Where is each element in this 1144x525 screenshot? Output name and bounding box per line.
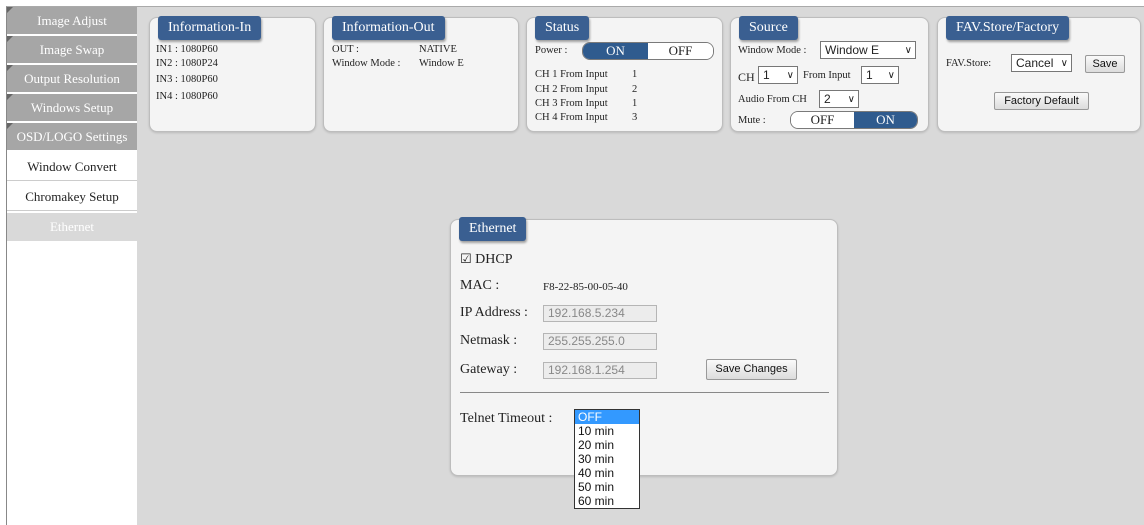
dhcp-row: ☑ DHCP	[460, 252, 513, 268]
power-off-option[interactable]: OFF	[648, 43, 713, 59]
sidebar: Image Adjust Image Swap Output Resolutio…	[7, 7, 137, 525]
ch2-source-value: 2	[632, 84, 638, 95]
netmask-field[interactable]: 255.255.255.0	[543, 333, 657, 350]
ch2-source-label: CH 2 From Input	[535, 84, 608, 95]
main-content: Information-In IN1 : 1080P60 IN2 : 1080P…	[137, 7, 1144, 525]
fav-store-label: FAV.Store:	[946, 58, 992, 69]
window-mode-value: Window E	[419, 58, 464, 69]
power-toggle[interactable]: ON OFF	[582, 42, 714, 60]
sidebar-item-image-swap[interactable]: Image Swap	[7, 36, 137, 64]
out-label: OUT :	[332, 44, 359, 55]
status-panel: Status Power : ON OFF CH 1 From Input 1 …	[526, 16, 723, 132]
power-on-option[interactable]: ON	[583, 43, 648, 59]
telnet-option-60min[interactable]: 60 min	[575, 494, 639, 508]
ch3-source-value: 1	[632, 98, 638, 109]
telnet-timeout-label: Telnet Timeout :	[460, 411, 553, 426]
panel-title: Status	[535, 16, 590, 40]
audio-from-ch-label: Audio From CH	[738, 94, 807, 105]
sidebar-item-osd-logo-settings[interactable]: OSD/LOGO Settings	[7, 123, 137, 151]
ch3-source-label: CH 3 From Input	[535, 98, 608, 109]
from-input-label: From Input	[803, 70, 851, 81]
fav-store-panel: FAV.Store/Factory FAV.Store: Cancel ∨ Sa…	[937, 16, 1141, 132]
telnet-timeout-dropdown[interactable]: OFF 10 min 20 min 30 min 40 min 50 min 6…	[574, 409, 640, 509]
panel-title: Information-Out	[332, 16, 445, 40]
dhcp-label: DHCP	[475, 252, 513, 267]
panel-title: Source	[739, 16, 798, 40]
ip-address-label: IP Address :	[460, 305, 528, 320]
input-4-resolution: IN4 : 1080P60	[156, 91, 218, 102]
ch1-source-value: 1	[632, 69, 638, 80]
ch4-source-label: CH 4 From Input	[535, 112, 608, 123]
input-1-resolution: IN1 : 1080P60	[156, 44, 218, 55]
mute-label: Mute :	[738, 115, 766, 126]
chevron-down-icon: ∨	[887, 70, 895, 81]
information-out-panel: Information-Out OUT : NATIVE Window Mode…	[323, 16, 519, 132]
out-value: NATIVE	[419, 44, 457, 55]
fav-store-select[interactable]: Cancel ∨	[1011, 54, 1072, 72]
power-label: Power :	[535, 45, 568, 56]
save-changes-button[interactable]: Save Changes	[706, 359, 797, 380]
app-frame: Image Adjust Image Swap Output Resolutio…	[6, 6, 1144, 525]
chevron-down-icon: ∨	[786, 70, 794, 81]
telnet-option-40min[interactable]: 40 min	[575, 466, 639, 480]
fav-store-selected: Cancel	[1016, 56, 1054, 70]
telnet-option-50min[interactable]: 50 min	[575, 480, 639, 494]
gateway-label: Gateway :	[460, 362, 518, 377]
sidebar-item-windows-setup[interactable]: Windows Setup	[7, 94, 137, 122]
sidebar-item-chromakey-setup[interactable]: Chromakey Setup	[7, 183, 137, 211]
sidebar-item-window-convert[interactable]: Window Convert	[7, 153, 137, 181]
factory-default-button[interactable]: Factory Default	[994, 92, 1089, 110]
sidebar-item-output-resolution[interactable]: Output Resolution	[7, 65, 137, 93]
information-in-panel: Information-In IN1 : 1080P60 IN2 : 1080P…	[149, 16, 316, 132]
panel-title: Information-In	[158, 16, 262, 40]
dhcp-checkbox[interactable]: ☑	[460, 252, 472, 267]
ch-label: CH	[738, 70, 755, 84]
divider	[460, 392, 829, 393]
panel-title: Ethernet	[459, 217, 527, 241]
sidebar-item-image-adjust[interactable]: Image Adjust	[7, 7, 137, 35]
ip-address-field[interactable]: 192.168.5.234	[543, 305, 657, 322]
mute-on-option[interactable]: ON	[854, 112, 917, 128]
window-mode-label: Window Mode :	[332, 58, 401, 69]
input-2-resolution: IN2 : 1080P24	[156, 58, 218, 69]
window-mode-select[interactable]: Window E ∨	[820, 41, 916, 59]
fav-save-button[interactable]: Save	[1085, 55, 1125, 73]
window-mode-selected: Window E	[825, 43, 880, 57]
telnet-option-off[interactable]: OFF	[575, 410, 639, 424]
telnet-option-20min[interactable]: 20 min	[575, 438, 639, 452]
input-3-resolution: IN3 : 1080P60	[156, 74, 218, 85]
source-panel: Source Window Mode : Window E ∨ CH 1 ∨ F…	[730, 16, 929, 132]
telnet-option-30min[interactable]: 30 min	[575, 452, 639, 466]
window-mode-label: Window Mode :	[738, 45, 807, 56]
mac-label: MAC :	[460, 278, 500, 293]
gateway-field[interactable]: 192.168.1.254	[543, 362, 657, 379]
ch-select[interactable]: 1 ∨	[758, 66, 798, 84]
netmask-label: Netmask :	[460, 333, 518, 348]
ethernet-panel: Ethernet ☑ DHCP MAC : F8-22-85-00-05-40 …	[450, 217, 838, 476]
mute-toggle[interactable]: OFF ON	[790, 111, 918, 129]
audio-from-ch-selected: 2	[824, 92, 831, 106]
chevron-down-icon: ∨	[904, 45, 912, 56]
sidebar-item-ethernet[interactable]: Ethernet	[7, 213, 137, 241]
ch4-source-value: 3	[632, 112, 638, 123]
ch1-source-label: CH 1 From Input	[535, 69, 608, 80]
mute-off-option[interactable]: OFF	[791, 112, 854, 128]
audio-from-ch-select[interactable]: 2 ∨	[819, 90, 859, 108]
chevron-down-icon: ∨	[1060, 58, 1068, 69]
from-input-select[interactable]: 1 ∨	[861, 66, 899, 84]
panel-title: FAV.Store/Factory	[946, 16, 1070, 40]
mac-value: F8-22-85-00-05-40	[543, 281, 628, 293]
chevron-down-icon: ∨	[847, 94, 855, 105]
telnet-option-10min[interactable]: 10 min	[575, 424, 639, 438]
ch-selected: 1	[763, 68, 770, 82]
from-input-selected: 1	[866, 68, 873, 82]
